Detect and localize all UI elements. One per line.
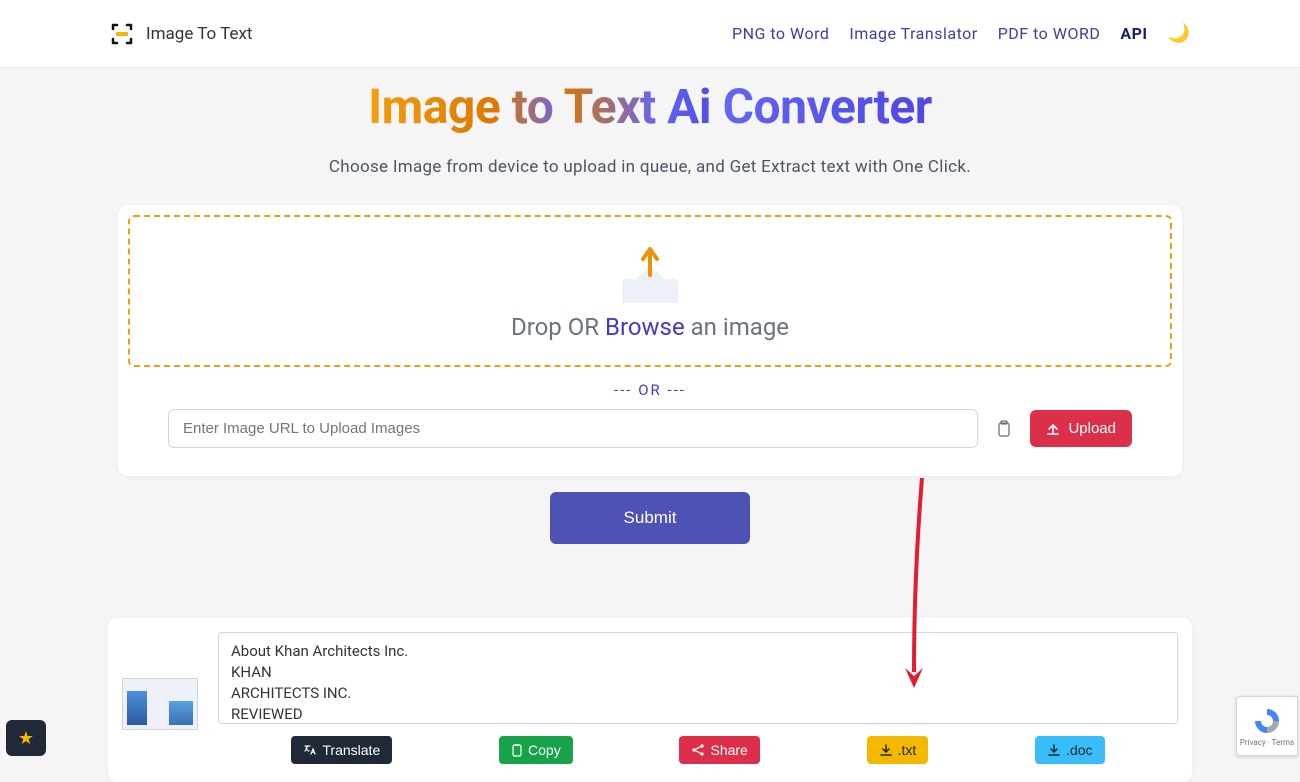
browse-link[interactable]: Browse xyxy=(605,313,685,341)
upload-card: Drop OR Browse an image --- OR --- Uploa… xyxy=(118,205,1182,476)
result-actions: Translate Copy Share .txt .doc xyxy=(218,736,1178,764)
translate-icon xyxy=(303,743,317,757)
logo-icon xyxy=(110,22,134,46)
nav-pdf-to-word[interactable]: PDF to WORD xyxy=(998,24,1101,43)
download-doc-button[interactable]: .doc xyxy=(1035,736,1104,764)
title-word-3: Text xyxy=(564,78,656,135)
upload-arrow-icon xyxy=(1046,422,1060,436)
nav-image-translator[interactable]: Image Translator xyxy=(849,24,977,43)
logo-text: Image To Text xyxy=(146,24,252,44)
download-icon xyxy=(879,743,893,757)
result-line: ARCHITECTS INC. xyxy=(231,683,1165,704)
upload-button[interactable]: Upload xyxy=(1030,410,1132,447)
hero: Image to Text Ai Converter Choose Image … xyxy=(0,68,1300,177)
title-word-5: Converter xyxy=(723,78,932,135)
result-thumbnail[interactable] xyxy=(122,678,198,730)
download-icon xyxy=(1047,743,1061,757)
paste-icon[interactable] xyxy=(992,417,1016,441)
result-card: About Khan Architects Inc. KHAN ARCHITEC… xyxy=(108,618,1192,782)
dropzone[interactable]: Drop OR Browse an image xyxy=(128,215,1172,367)
dark-mode-icon[interactable]: 🌙 xyxy=(1168,23,1190,44)
url-row: Upload xyxy=(128,409,1172,466)
or-divider: --- OR --- xyxy=(128,381,1172,399)
logo[interactable]: Image To Text xyxy=(110,22,252,46)
page-subtitle: Choose Image from device to upload in qu… xyxy=(0,157,1300,177)
drop-suffix: an image xyxy=(685,313,789,341)
translate-button[interactable]: Translate xyxy=(291,736,392,764)
page-title: Image to Text Ai Converter xyxy=(0,78,1300,135)
recaptcha-text: Privacy · Terms xyxy=(1240,738,1294,747)
txt-label: .txt xyxy=(898,742,917,758)
recaptcha-badge[interactable]: Privacy · Terms xyxy=(1236,696,1298,756)
doc-label: .doc xyxy=(1066,742,1092,758)
star-icon: ★ xyxy=(18,728,34,749)
title-word-1: Image xyxy=(368,78,500,135)
feedback-fab[interactable]: ★ xyxy=(6,720,46,756)
copy-label: Copy xyxy=(528,742,561,758)
title-word-4: Ai xyxy=(656,78,723,135)
share-label: Share xyxy=(710,742,747,758)
translate-label: Translate xyxy=(322,742,380,758)
upload-icon xyxy=(622,247,678,303)
nav-png-to-word[interactable]: PNG to Word xyxy=(732,24,829,43)
copy-button[interactable]: Copy xyxy=(499,736,573,764)
main-nav: PNG to Word Image Translator PDF to WORD… xyxy=(732,23,1190,44)
share-icon xyxy=(691,743,705,757)
result-line: KHAN xyxy=(231,662,1165,683)
dropzone-text: Drop OR Browse an image xyxy=(130,313,1170,341)
recaptcha-icon xyxy=(1252,706,1282,736)
submit-button[interactable]: Submit xyxy=(550,492,751,544)
upload-button-label: Upload xyxy=(1068,420,1116,437)
drop-prefix: Drop OR xyxy=(511,313,605,341)
share-button[interactable]: Share xyxy=(679,736,759,764)
url-input[interactable] xyxy=(168,409,978,448)
result-textarea[interactable]: About Khan Architects Inc. KHAN ARCHITEC… xyxy=(218,632,1178,724)
header: Image To Text PNG to Word Image Translat… xyxy=(0,0,1300,68)
result-line: About Khan Architects Inc. xyxy=(231,641,1165,662)
nav-api[interactable]: API xyxy=(1120,24,1147,43)
title-word-2: to xyxy=(500,78,563,135)
clipboard-icon xyxy=(511,743,523,757)
download-txt-button[interactable]: .txt xyxy=(867,736,929,764)
result-line: REVIEWED xyxy=(231,704,1165,724)
